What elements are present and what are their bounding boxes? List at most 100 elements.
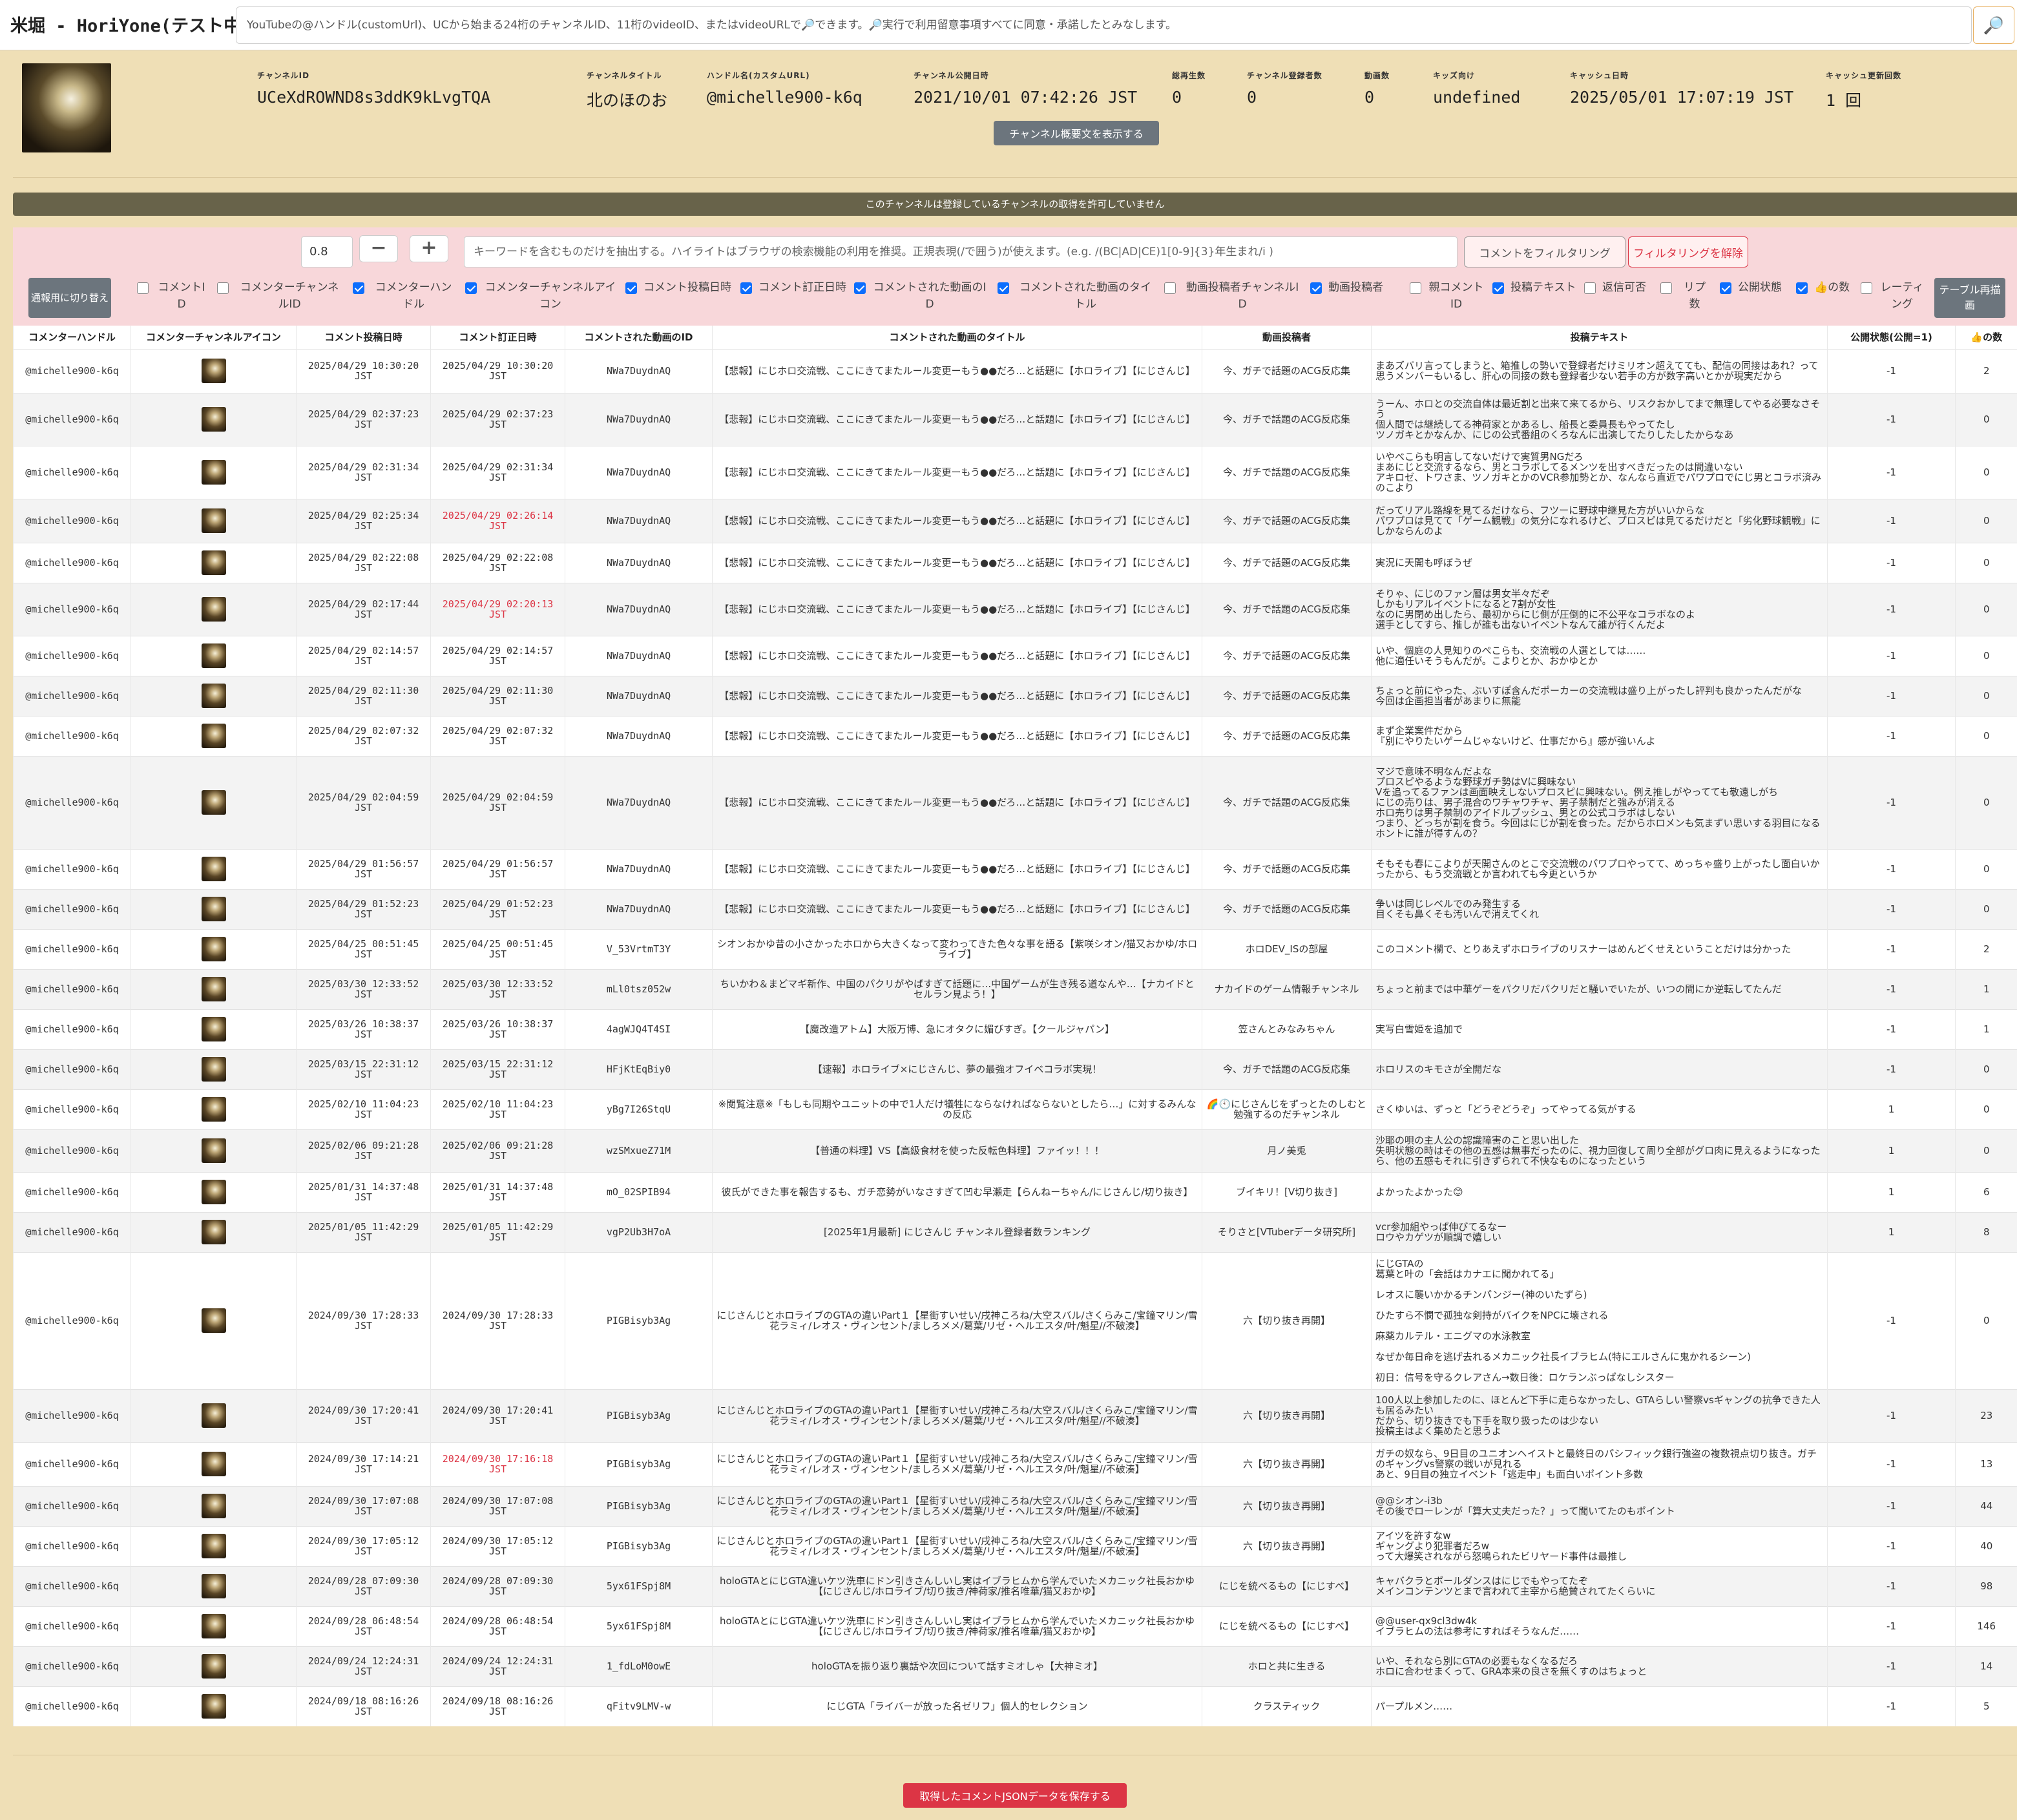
column-toggle[interactable]: コメンターチャンネルID <box>217 279 344 319</box>
column-toggle[interactable]: 返信可否 <box>1584 279 1651 319</box>
avatar[interactable] <box>201 1403 226 1428</box>
switch-report-mode-button[interactable]: 通報用に切り替え <box>28 278 111 318</box>
avatar[interactable] <box>201 508 226 533</box>
save-json-button[interactable]: 取得したコメントJSONデータを保存する <box>903 1783 1127 1808</box>
show-description-button[interactable]: チャンネル概要文を表示する <box>994 121 1159 145</box>
zoom-in-button[interactable]: + <box>410 235 448 262</box>
avatar[interactable] <box>201 684 226 708</box>
avatar[interactable] <box>201 1138 226 1163</box>
like-count: 6 <box>1955 1171 2017 1212</box>
column-toggle[interactable]: コメントされた動画のタイトル <box>998 279 1155 319</box>
avatar[interactable] <box>201 857 226 881</box>
checkbox[interactable] <box>1310 282 1322 294</box>
column-header[interactable]: コメンターチャンネルアイコン <box>131 326 297 349</box>
avatar[interactable] <box>201 359 226 383</box>
column-toggle[interactable]: コメンターチャンネルアイコン <box>465 279 618 319</box>
video-title: 【悲報】にじホロ交流戦、ここにきてまたルール変更ーもう●●だろ…と話題に【ホロラ… <box>712 888 1202 929</box>
column-toggle-label: コメンターチャンネルアイコン <box>485 281 616 311</box>
search-button[interactable]: 🔎 <box>1973 6 2014 44</box>
column-header[interactable]: コメント投稿日時 <box>296 326 431 349</box>
avatar[interactable] <box>201 897 226 921</box>
checkbox[interactable] <box>137 282 149 294</box>
clear-filter-button[interactable]: フィルタリングを解除 <box>1628 236 1748 267</box>
avatar[interactable] <box>201 1017 226 1041</box>
checkbox[interactable] <box>1584 282 1596 294</box>
column-toggle[interactable]: コメントID <box>137 279 208 319</box>
column-header[interactable]: 公開状態(公開=1) <box>1827 326 1956 349</box>
filter-comments-button[interactable]: コメントをフィルタリング <box>1464 236 1625 267</box>
checkbox[interactable] <box>1660 282 1672 294</box>
column-toggle[interactable]: コメント訂正日時 <box>740 279 846 319</box>
checkbox[interactable] <box>353 282 364 294</box>
avatar[interactable] <box>201 1220 226 1244</box>
column-header[interactable]: 👍の数 <box>1955 326 2017 349</box>
search-input[interactable] <box>236 6 1972 44</box>
avatar[interactable] <box>201 1574 226 1598</box>
video-title: 【悲報】にじホロ交流戦、ここにきてまたルール変更ーもう●●だろ…と話題に【ホロラ… <box>712 582 1202 636</box>
checkbox[interactable] <box>1164 282 1176 294</box>
keyword-input[interactable] <box>464 236 1458 267</box>
column-toggle[interactable]: コメンターハンドル <box>353 279 456 319</box>
avatar[interactable] <box>201 407 226 432</box>
avatar[interactable] <box>201 1057 226 1082</box>
column-toggle-label: コメントされた動画のID <box>873 281 987 311</box>
checkbox[interactable] <box>625 282 637 294</box>
zoom-out-button[interactable]: − <box>359 235 398 262</box>
commenter-icon-cell <box>131 848 297 889</box>
avatar[interactable] <box>201 790 226 815</box>
checkbox[interactable] <box>1492 282 1504 294</box>
column-toggle[interactable]: レーティング <box>1861 279 1925 319</box>
checkbox[interactable] <box>854 282 866 294</box>
column-header[interactable]: コメンターハンドル <box>13 326 131 349</box>
column-header[interactable]: 動画投稿者 <box>1202 326 1372 349</box>
avatar[interactable] <box>201 1654 226 1679</box>
video-id: mO_02SPIB94 <box>565 1171 713 1212</box>
channel-field: 動画数 0 <box>1364 70 1390 107</box>
column-toggle[interactable]: 親コメントID <box>1410 279 1485 319</box>
checkbox[interactable] <box>217 282 229 294</box>
video-id: vgP2Ub3H7oA <box>565 1211 713 1252</box>
avatar[interactable] <box>201 643 226 668</box>
column-header[interactable]: コメントされた動画のタイトル <box>712 326 1202 349</box>
avatar[interactable] <box>201 1694 226 1719</box>
avatar[interactable] <box>201 977 226 1001</box>
redraw-table-button[interactable]: テーブル再描画 <box>1934 278 2005 318</box>
avatar[interactable] <box>201 460 226 485</box>
column-toggle[interactable]: コメント投稿日時 <box>625 279 731 319</box>
checkbox[interactable] <box>465 282 477 294</box>
checkbox[interactable] <box>998 282 1009 294</box>
column-header[interactable]: 投稿テキスト <box>1371 326 1828 349</box>
zoom-input[interactable]: 0.8 <box>301 236 353 267</box>
column-header[interactable]: コメントされた動画のID <box>565 326 713 349</box>
table-row: @michelle900-k6q 2025/04/29 02:11:30 JST 2… <box>13 675 2017 716</box>
column-header[interactable]: コメント訂正日時 <box>430 326 565 349</box>
video-title: 【悲報】にじホロ交流戦、ここにきてまたルール変更ーもう●●だろ…と話題に【ホロラ… <box>712 498 1202 543</box>
avatar[interactable] <box>201 1452 226 1476</box>
avatar[interactable] <box>201 1180 226 1204</box>
column-toggle-label: リプ数 <box>1684 281 1706 311</box>
checkbox[interactable] <box>740 282 752 294</box>
avatar[interactable] <box>201 550 226 575</box>
column-toggle[interactable]: 動画投稿者 <box>1310 279 1401 319</box>
avatar[interactable] <box>201 724 226 748</box>
avatar[interactable] <box>201 1308 226 1333</box>
table-header: コメンターハンドル コメンターチャンネルアイコン コメント投稿日時 コメント訂正日時コ… <box>13 326 2017 349</box>
avatar[interactable] <box>201 1534 226 1558</box>
avatar[interactable] <box>201 937 226 961</box>
avatar[interactable] <box>201 1494 226 1518</box>
video-author: にじを統べるもの【にじすべ】 <box>1202 1565 1372 1606</box>
column-toggle[interactable]: 公開状態 <box>1720 279 1787 319</box>
avatar[interactable] <box>201 1097 226 1122</box>
checkbox[interactable] <box>1720 282 1731 294</box>
checkbox[interactable] <box>1861 282 1872 294</box>
avatar[interactable] <box>201 597 226 622</box>
avatar[interactable] <box>201 1614 226 1638</box>
checkbox[interactable] <box>1410 282 1421 294</box>
column-toggle[interactable]: 動画投稿者チャンネルID <box>1164 279 1302 319</box>
column-toggle[interactable]: 👍の数 <box>1796 279 1852 319</box>
column-toggle[interactable]: コメントされた動画のID <box>854 279 987 319</box>
column-toggle[interactable]: 投稿テキスト <box>1492 279 1576 319</box>
column-toggle[interactable]: リプ数 <box>1660 279 1711 319</box>
commenter-icon-cell <box>131 1009 297 1049</box>
checkbox[interactable] <box>1796 282 1808 294</box>
